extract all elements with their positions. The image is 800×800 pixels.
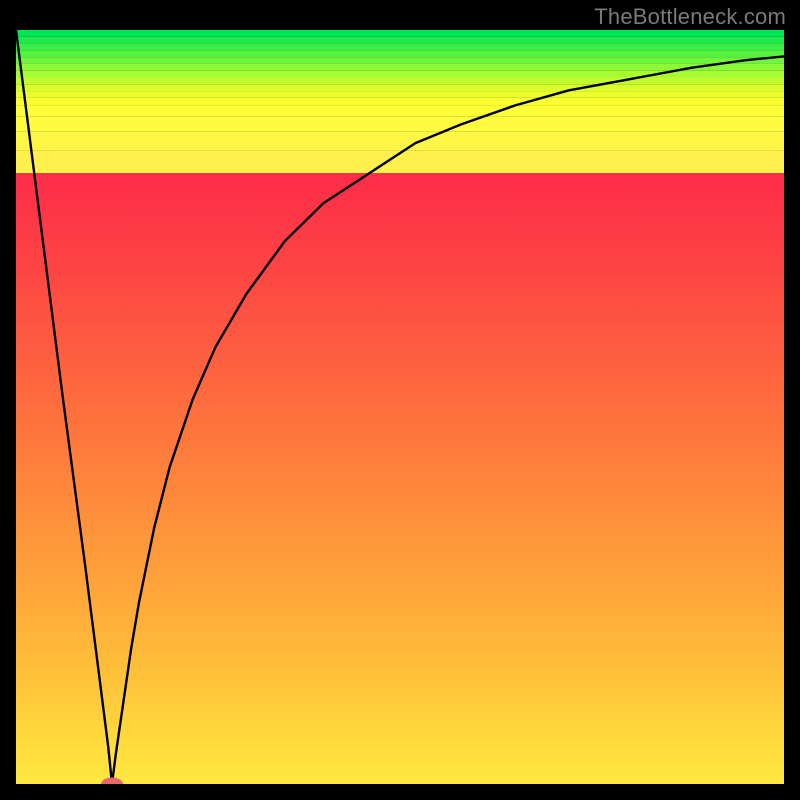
background-band (16, 173, 784, 784)
background-band (16, 64, 784, 71)
chart-svg (16, 30, 784, 784)
background-band (16, 117, 784, 132)
background-band (16, 37, 784, 44)
background-band (16, 84, 784, 91)
background-band (16, 44, 784, 51)
background-band (16, 98, 784, 106)
background-band (16, 30, 784, 37)
background-band (16, 132, 784, 151)
watermark-text: TheBottleneck.com (594, 4, 786, 30)
background-band (16, 50, 784, 57)
background-band (16, 105, 784, 116)
background-band (16, 57, 784, 64)
chart-plot-area (16, 30, 784, 784)
background-band (16, 78, 784, 85)
background-band (16, 91, 784, 98)
